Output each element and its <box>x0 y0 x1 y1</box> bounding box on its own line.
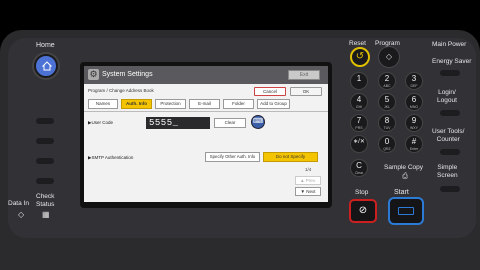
energy-saver-button[interactable] <box>440 70 460 76</box>
data-in-label: Data In <box>8 200 29 207</box>
exit-button[interactable]: Exit <box>288 70 320 80</box>
key-5[interactable]: 5 JKL <box>379 94 395 110</box>
left-function-key-1[interactable] <box>36 118 54 124</box>
sample-copy-button[interactable]: ⎙ <box>396 173 414 183</box>
simple-screen-label: Simple Screen <box>437 164 458 179</box>
touch-screen: ⚙ System Settings Exit Program / Change … <box>84 66 328 202</box>
stop-button[interactable]: ⊘ <box>349 199 377 223</box>
start-icon <box>398 207 414 215</box>
tab-names[interactable]: Names <box>88 99 118 109</box>
data-in-icon: ◇ <box>18 210 25 219</box>
tab-add-to-group[interactable]: Add to Group <box>257 99 290 109</box>
keypad-icon[interactable]: ⌨ <box>251 115 265 129</box>
sample-copy-label: Sample Copy <box>384 164 424 171</box>
user-tools-button[interactable] <box>440 149 460 155</box>
login-logout-button[interactable] <box>440 110 460 116</box>
home-button[interactable] <box>34 54 58 78</box>
key-2[interactable]: 2 ABC <box>379 73 395 89</box>
program-button[interactable]: ◇ <box>379 47 399 67</box>
ok-button[interactable]: OK <box>290 87 322 96</box>
start-label: Start <box>394 189 409 196</box>
tab-folder[interactable]: Folder <box>223 99 254 109</box>
user-code-field[interactable]: 5555_ <box>146 117 210 129</box>
smtp-auth-label: ▶SMTP Authentication <box>88 155 134 160</box>
user-tools-label: User Tools/ Counter <box>432 128 465 143</box>
key-3[interactable]: 3 DEF <box>406 73 422 89</box>
reset-button[interactable]: ↺ <box>350 47 370 67</box>
home-label: Home <box>36 42 55 49</box>
specify-other-auth-button[interactable]: Specify Other Auth. Info <box>205 152 260 162</box>
key-8[interactable]: 8 TUV <box>379 115 395 131</box>
next-button[interactable]: ▼ Next <box>295 187 321 196</box>
main-power-label: Main Power <box>432 41 467 48</box>
home-icon <box>42 61 52 71</box>
tab-email[interactable]: E-mail <box>189 99 220 109</box>
left-function-key-3[interactable] <box>36 158 54 164</box>
key-enter[interactable]: # Enter <box>406 136 422 152</box>
simple-screen-button[interactable] <box>440 186 460 192</box>
stop-label: Stop <box>355 189 369 196</box>
cancel-button[interactable]: Cancel <box>254 87 286 96</box>
start-button[interactable] <box>388 197 424 225</box>
user-code-label: ▶User Code <box>88 120 113 125</box>
key-7[interactable]: 7 PRS <box>351 115 367 131</box>
prev-button[interactable]: ▲ Prev. <box>295 176 321 185</box>
breadcrumb: Program / Change Address Book <box>88 88 154 93</box>
key-9[interactable]: 9 WXY <box>406 115 422 131</box>
tab-protection[interactable]: Protection <box>155 99 186 109</box>
do-not-specify-button[interactable]: Do not Specify <box>263 152 318 162</box>
key-4[interactable]: 4 GHI <box>351 94 367 110</box>
page-indicator: 1/4 <box>305 167 312 172</box>
tab-divider <box>84 111 328 112</box>
settings-gear-icon: ⚙ <box>88 69 99 80</box>
energy-saver-label: Energy Saver <box>432 58 472 65</box>
check-status-button[interactable]: ▦ <box>42 210 50 219</box>
key-clear[interactable]: C Clear <box>351 160 367 176</box>
key-1[interactable]: 1 <box>351 73 367 89</box>
left-function-key-2[interactable] <box>36 138 54 144</box>
login-logout-label: Login/ Logout <box>437 89 457 104</box>
key-0[interactable]: 0 QRZ <box>379 136 395 152</box>
key-star[interactable]: ∗/✕ <box>351 136 367 152</box>
key-6[interactable]: 6 MNO <box>406 94 422 110</box>
screen-header: ⚙ System Settings Exit <box>84 66 328 84</box>
tab-auth-info[interactable]: Auth. Info <box>121 99 152 109</box>
screen-title: System Settings <box>102 71 153 78</box>
clear-button[interactable]: Clear <box>214 118 246 128</box>
check-status-label: Check Status <box>36 193 55 208</box>
left-function-key-4[interactable] <box>36 178 54 184</box>
